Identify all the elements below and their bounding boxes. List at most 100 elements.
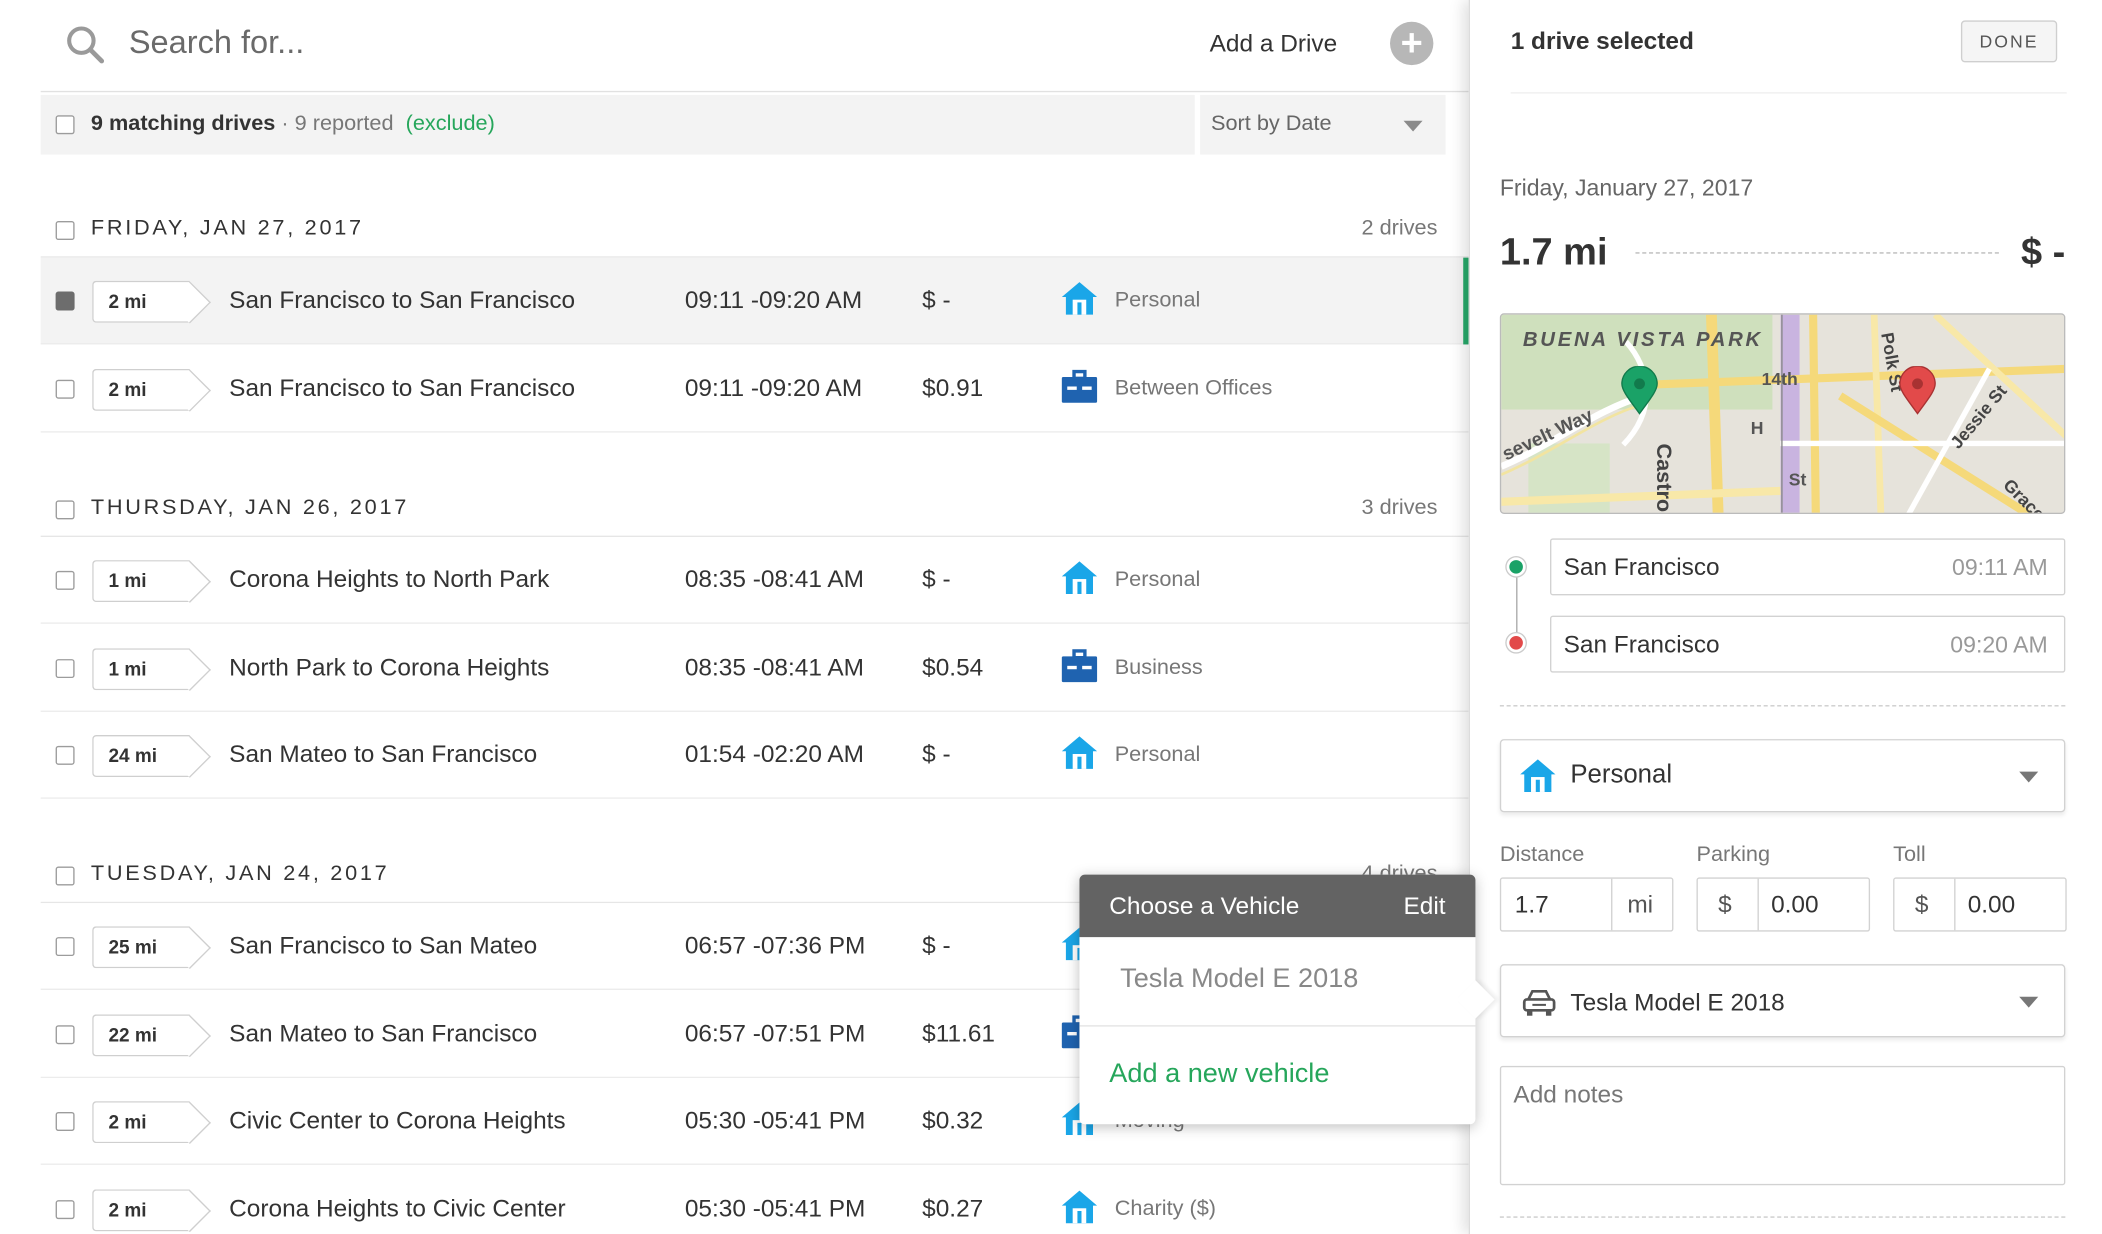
drive-amount: $ - [922,286,951,314]
day-header: FRIDAY, JAN 27, 2017 2 drives [40,201,1469,258]
distance-tag: 22 mi [92,1014,190,1057]
drive-category[interactable]: Business [1115,656,1203,680]
search-bar: Add a Drive + [40,0,1469,93]
day-checkbox[interactable] [55,221,75,241]
briefcase-icon [1061,649,1098,683]
reported-count: 9 reported [294,112,394,136]
add-drive-button[interactable]: + [1390,21,1434,66]
distance-tag: 24 mi [92,735,190,778]
drive-checkbox[interactable] [55,937,75,957]
field-divider [1954,878,1956,931]
start-location-field[interactable]: San Francisco 09:11 AM [1550,538,2066,596]
selection-title: 1 drive selected [1510,27,1694,55]
start-dot-icon [1506,557,1526,577]
notes-field[interactable] [1499,1065,2066,1186]
drive-amount: $ - [922,565,951,593]
category-select[interactable]: Personal [1499,739,2066,813]
drive-category[interactable]: Charity ($) [1115,1197,1216,1221]
drive-checkbox[interactable] [55,745,75,765]
drive-row[interactable]: 2 mi San Francisco to San Francisco 09:11 … [40,257,1469,345]
day-count: 3 drives [1361,496,1438,520]
drive-time: 06:57 -07:51 PM [684,1019,866,1047]
drive-time: 09:11 -09:20 AM [684,286,863,314]
house-icon [1061,282,1098,315]
day-checkbox[interactable] [55,866,75,886]
drive-route: San Mateo to San Francisco [229,740,538,768]
day-title: TUESDAY, JAN 24, 2017 [90,862,390,886]
house-icon [1061,561,1098,594]
drive-route: San Mateo to San Francisco [229,1019,538,1047]
drive-detail-panel: 1 drive selected DONE Friday, January 27… [1468,0,2102,1234]
drive-time: 09:11 -09:20 AM [684,374,863,402]
drive-category[interactable]: Between Offices [1115,377,1273,401]
filter-bar: 9 matching drives · 9 reported (exclude) [40,94,1195,155]
drive-checkbox[interactable] [55,379,75,399]
toll-field[interactable]: $ 0.00 [1893,877,2067,932]
drive-row[interactable]: 2 mi San Francisco to San Francisco 09:11 … [40,345,1469,433]
done-button[interactable]: DONE [1960,20,2058,63]
drive-route: Corona Heights to North Park [229,565,550,593]
toll-label: Toll [1893,843,1926,867]
house-icon [1061,736,1098,769]
drive-time: 05:30 -05:41 PM [684,1194,866,1222]
map-label: St [1788,469,1807,490]
exclude-link[interactable]: (exclude) [406,113,495,136]
distance-value: 1.7 [1514,890,1549,919]
separator: · [275,112,295,136]
parking-label: Parking [1696,843,1771,867]
map-label: BUENA VISTA PARK [1522,328,1763,352]
map-label: Castro St [1651,443,1675,514]
drive-category[interactable]: Personal [1115,743,1201,767]
map-label: H [1750,417,1764,439]
start-place: San Francisco [1563,553,1720,581]
popover-title: Choose a Vehicle [1109,892,1300,920]
distance-tag: 2 mi [92,368,190,411]
drive-amount: $0.32 [922,1106,984,1134]
drive-checkbox[interactable] [55,659,75,679]
drive-time: 08:35 -08:41 AM [684,565,864,593]
sort-dropdown[interactable]: Sort by Date [1200,94,1446,155]
drive-row[interactable]: 1 mi Corona Heights to North Park 08:35 -0… [40,537,1469,624]
drive-category[interactable]: Personal [1115,568,1201,592]
parking-field[interactable]: $ 0.00 [1696,877,1871,932]
route-map[interactable]: BUENA VISTA PARK 14th Castro St Polk St … [1499,313,2066,514]
match-count: 9 matching drives [90,112,276,136]
parking-currency: $ [1718,890,1732,919]
drive-checkbox[interactable] [55,1112,75,1131]
toll-value: 0.00 [1967,890,2016,919]
add-drive-label[interactable]: Add a Drive [1210,30,1338,58]
house-icon [1061,1190,1098,1224]
drive-checkbox[interactable] [55,291,75,311]
vehicle-select[interactable]: Tesla Model E 2018 [1499,964,2066,1038]
distance-field[interactable]: 1.7 mi [1499,877,1674,932]
day-checkbox[interactable] [55,500,75,520]
drive-row[interactable]: 1 mi North Park to Corona Heights 08:35 -0… [40,625,1469,712]
edit-vehicles-button[interactable]: Edit [1404,892,1446,920]
drive-amount: $ - [922,740,951,768]
search-input[interactable] [128,18,807,68]
drive-row[interactable]: 24 mi San Mateo to San Francisco 01:54 -02… [40,711,1469,799]
drive-route: San Francisco to San Francisco [229,374,576,402]
drive-row[interactable]: 2 mi Corona Heights to Civic Center 05:30 … [40,1166,1469,1234]
drive-checkbox[interactable] [55,1025,75,1045]
distance-tag: 1 mi [92,560,190,603]
day-title: FRIDAY, JAN 27, 2017 [90,216,364,241]
distance-label: Distance [1499,843,1585,867]
end-dot-icon [1506,633,1526,653]
parking-value: 0.00 [1771,890,1819,919]
drive-checkbox[interactable] [55,570,75,590]
drive-amount: $0.27 [922,1194,984,1222]
vehicle-option[interactable]: Tesla Model E 2018 [1120,964,1358,995]
drive-checkbox[interactable] [55,1200,75,1220]
drive-distance: 1.7 mi [1499,230,1608,273]
add-vehicle-link[interactable]: Add a new vehicle [1109,1059,1329,1090]
match-summary: 9 matching drives · 9 reported (exclude) [91,113,495,137]
distance-tag: 25 mi [92,926,190,969]
search-icon [67,26,105,64]
drive-time: 08:35 -08:41 AM [684,653,864,681]
chevron-down-icon [2019,996,2039,1008]
chevron-down-icon [1403,120,1423,132]
drive-category[interactable]: Personal [1115,289,1201,313]
select-all-checkbox[interactable] [55,115,75,135]
end-location-field[interactable]: San Francisco 09:20 AM [1550,615,2066,673]
